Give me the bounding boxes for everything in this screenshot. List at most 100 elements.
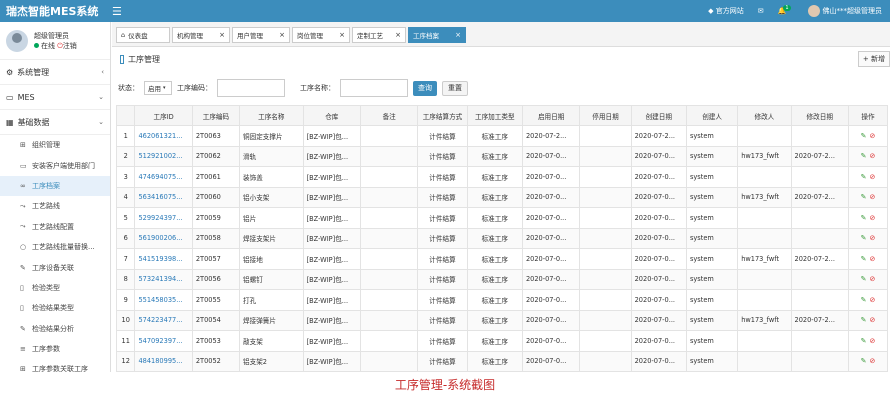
column-header[interactable]: 工序名称: [239, 105, 304, 126]
delete-icon[interactable]: ⊘: [869, 132, 875, 140]
delete-icon[interactable]: ⊘: [869, 193, 875, 201]
table-row[interactable]: 11 547092397... 2T0053 敲支架 [BZ-WIP]包... 计件结算标…: [115, 330, 889, 352]
logout-link[interactable]: 注销: [63, 42, 77, 50]
column-header[interactable]: 工序编码: [191, 105, 241, 126]
column-header[interactable]: 修改人: [737, 105, 792, 126]
table-cell[interactable]: 484180995...: [134, 350, 193, 372]
sidebar-item-inspect-type[interactable]: ▯ 检验类型: [0, 278, 110, 298]
sidebar-item-route-config[interactable]: ⤳ 工艺路线配置: [0, 217, 110, 237]
search-button[interactable]: 查询: [413, 80, 437, 96]
menu-section-basic-data[interactable]: ▦ 基础数据 ⌄: [0, 110, 110, 135]
sidebar-item-route-replace[interactable]: ○ 工艺路线批量替换...: [0, 237, 110, 257]
column-header[interactable]: 停用日期: [579, 105, 632, 126]
sidebar-item-process-archive[interactable]: ∞ 工序档案: [0, 175, 110, 197]
official-site-link[interactable]: ◆ 官方网站: [708, 6, 744, 16]
delete-icon[interactable]: ⊘: [869, 316, 875, 324]
table-cell[interactable]: 529924397...: [134, 207, 193, 229]
edit-icon[interactable]: ✎: [861, 234, 867, 242]
menu-toggle-icon[interactable]: ☰: [112, 5, 122, 18]
table-cell[interactable]: 563416075...: [134, 186, 193, 208]
close-icon[interactable]: ×: [331, 31, 345, 39]
table-cell[interactable]: 512921002...: [134, 145, 193, 167]
user-menu[interactable]: 佛山***超级管理员: [807, 5, 882, 17]
table-cell[interactable]: 561900206...: [134, 227, 193, 249]
table-row[interactable]: 3 474694075... 2T0061 装饰盖 [BZ-WIP]包... 计件结算 标准…: [115, 166, 889, 188]
edit-icon[interactable]: ✎: [861, 193, 867, 201]
bell-icon[interactable]: 🔔1: [778, 5, 794, 15]
delete-icon[interactable]: ⊘: [869, 357, 875, 365]
column-header[interactable]: 仓库: [302, 105, 361, 126]
column-header[interactable]: 工序结算方式: [417, 105, 468, 126]
sidebar-item-result-analysis[interactable]: ✎ 检验结果分析: [0, 319, 110, 339]
column-header[interactable]: 备注: [359, 105, 419, 126]
close-icon[interactable]: ×: [447, 31, 461, 39]
table-cell[interactable]: 573241394...: [134, 268, 193, 290]
close-icon[interactable]: ×: [211, 31, 225, 39]
edit-icon[interactable]: ✎: [861, 214, 867, 222]
sidebar-item-equipment[interactable]: ✎ 工序设备关联: [0, 257, 110, 277]
delete-icon[interactable]: ⊘: [869, 337, 875, 345]
menu-section-mes[interactable]: ▭ MES ⌄: [0, 85, 110, 110]
delete-icon[interactable]: ⊘: [869, 173, 875, 181]
table-cell[interactable]: 551458035...: [134, 289, 193, 311]
tab-custom-process[interactable]: 定制工艺 ×: [352, 27, 406, 43]
edit-icon[interactable]: ✎: [861, 296, 867, 304]
edit-icon[interactable]: ✎: [861, 255, 867, 263]
table-row[interactable]: 12 484180995... 2T0052 铝支架2 [BZ-WIP]包... 计件结算…: [115, 350, 889, 372]
tab-dashboard[interactable]: ⌂ 仪表盘: [116, 27, 170, 43]
edit-icon[interactable]: ✎: [861, 337, 867, 345]
add-button[interactable]: + 新增: [857, 51, 890, 67]
delete-icon[interactable]: ⊘: [869, 296, 875, 304]
table-row[interactable]: 8 573241394... 2T0056 铝螺钉 [BZ-WIP]包... 计件结算 标准…: [115, 268, 889, 290]
column-header[interactable]: 修改日期: [790, 105, 849, 126]
table-cell[interactable]: 462061321...: [134, 125, 193, 147]
table-row[interactable]: 1 462061321... 2T0063 铜固定支撑片 [BZ-WIP]包... 计件结…: [115, 125, 889, 147]
table-row[interactable]: 6 561900206... 2T0058 焊接支架片 [BZ-WIP]包... 计件结算…: [115, 227, 889, 249]
tab-users[interactable]: 用户管理 ×: [232, 27, 290, 43]
column-header[interactable]: 工序加工类型: [466, 105, 523, 126]
reset-button[interactable]: 重置: [442, 80, 468, 96]
table-cell[interactable]: 547092397...: [134, 330, 193, 352]
table-row[interactable]: 2 512921002... 2T0062 滑轨 [BZ-WIP]包... 计件结算 标准工…: [115, 145, 889, 167]
name-input[interactable]: [340, 79, 408, 97]
table-row[interactable]: 9 551458035... 2T0055 打孔 [BZ-WIP]包... 计件结算 标准工…: [115, 289, 889, 311]
delete-icon[interactable]: ⊘: [869, 214, 875, 222]
sidebar-item-route[interactable]: ⤳ 工艺路线: [0, 196, 110, 216]
column-header[interactable]: 创建人: [685, 105, 739, 126]
sidebar-item-result-type[interactable]: ▯ 检验结果类型: [0, 298, 110, 318]
delete-icon[interactable]: ⊘: [869, 275, 875, 283]
column-header[interactable]: 工序ID: [134, 105, 193, 126]
table-cell[interactable]: 541519398...: [134, 248, 193, 270]
table-row[interactable]: 5 529924397... 2T0059 铝片 [BZ-WIP]包... 计件结算 标准工…: [115, 207, 889, 229]
edit-icon[interactable]: ✎: [861, 152, 867, 160]
edit-icon[interactable]: ✎: [861, 275, 867, 283]
delete-icon[interactable]: ⊘: [869, 152, 875, 160]
table-row[interactable]: 7 541519398... 2T0057 铝接地 [BZ-WIP]包... 计件结算 标准…: [115, 248, 889, 270]
close-icon[interactable]: ×: [387, 31, 401, 39]
tab-org[interactable]: 机构管理 ×: [172, 27, 230, 43]
column-header[interactable]: 启用日期: [521, 105, 581, 126]
edit-icon[interactable]: ✎: [861, 173, 867, 181]
status-select[interactable]: 启用 ▾: [144, 81, 172, 95]
sidebar-item-client-dept[interactable]: ▭ 安装客户端使用部门: [0, 155, 110, 175]
table-row[interactable]: 10 574223477... 2T0054 焊接弹簧片 [BZ-WIP]包... 计件结…: [115, 309, 889, 331]
column-header[interactable]: 操作: [847, 105, 889, 126]
edit-icon[interactable]: ✎: [861, 316, 867, 324]
code-input[interactable]: [217, 79, 285, 97]
menu-section-system[interactable]: ⚙ 系统管理 ‹: [0, 60, 110, 85]
tab-process-archive[interactable]: 工序档案 ×: [408, 27, 466, 43]
message-icon[interactable]: ✉: [758, 7, 764, 15]
column-header[interactable]: 创建日期: [630, 105, 687, 126]
sidebar-item-org[interactable]: ⊞ 组织管理: [0, 135, 110, 155]
delete-icon[interactable]: ⊘: [869, 255, 875, 263]
delete-icon[interactable]: ⊘: [869, 234, 875, 242]
tab-posts[interactable]: 岗位管理 ×: [292, 27, 350, 43]
column-header[interactable]: [115, 105, 136, 126]
edit-icon[interactable]: ✎: [861, 132, 867, 140]
table-cell[interactable]: 574223477...: [134, 309, 193, 331]
table-cell[interactable]: 474694075...: [134, 166, 193, 188]
sidebar-item-params[interactable]: ≡ 工序参数: [0, 339, 110, 359]
close-icon[interactable]: ×: [271, 31, 285, 39]
table-row[interactable]: 4 563416075... 2T0060 铝小支架 [BZ-WIP]包... 计件结算标…: [115, 186, 889, 208]
edit-icon[interactable]: ✎: [861, 357, 867, 365]
